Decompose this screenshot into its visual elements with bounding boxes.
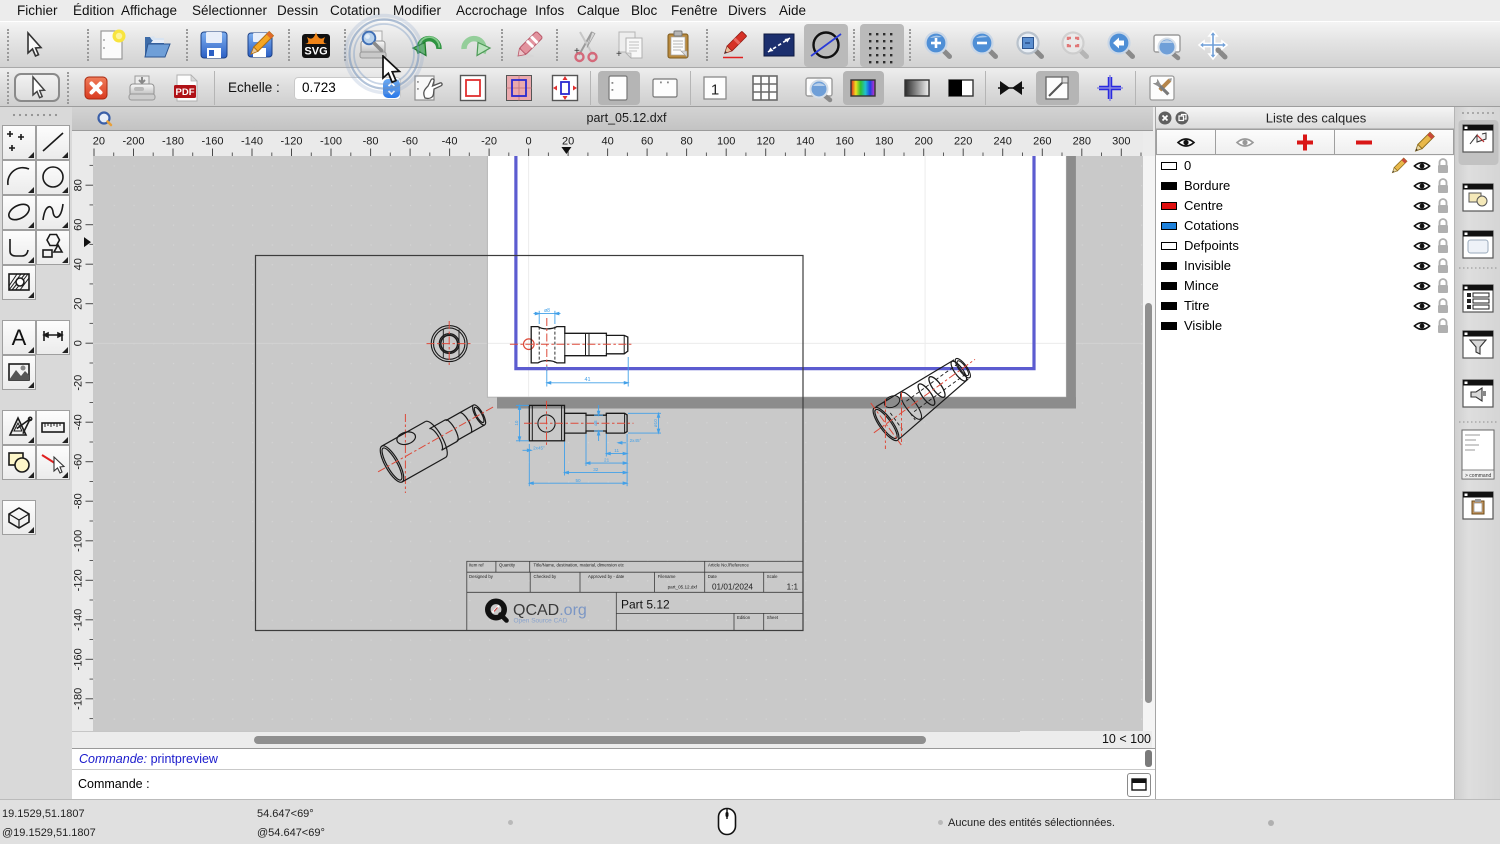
svg-text:-60: -60: [402, 136, 418, 148]
svg-text:Edition: Edition: [737, 615, 751, 620]
svg-text:32: 32: [593, 467, 599, 472]
svg-text:20: 20: [562, 136, 574, 148]
svg-text:Quantity: Quantity: [499, 563, 516, 568]
svg-text:80: 80: [680, 136, 692, 148]
svg-text:+: +: [616, 49, 622, 60]
svg-text:1: 1: [711, 82, 719, 99]
svg-text:Approved by - date: Approved by - date: [588, 574, 625, 579]
svg-text:QCAD.org: QCAD.org: [513, 602, 587, 619]
svg-text:Part 5.12: Part 5.12: [621, 598, 670, 612]
svg-text:-140: -140: [73, 609, 85, 631]
svg-text:20: 20: [73, 298, 85, 310]
svg-text:280: 280: [1073, 136, 1091, 148]
svg-text:40: 40: [73, 258, 85, 270]
svg-text:Title/Name, destination, mater: Title/Name, destination, material, dimen…: [534, 563, 625, 568]
svg-text:60: 60: [641, 136, 653, 148]
svg-text:-60: -60: [73, 454, 85, 470]
svg-text:-200: -200: [122, 136, 144, 148]
svg-text:100: 100: [717, 136, 735, 148]
svg-text:SVG: SVG: [304, 46, 327, 58]
svg-text:-120: -120: [73, 569, 85, 591]
svg-text:Designed by: Designed by: [469, 574, 494, 579]
svg-text:Item ref: Item ref: [469, 563, 484, 568]
svg-text:240: 240: [994, 136, 1012, 148]
svg-text:200: 200: [915, 136, 933, 148]
svg-text:0: 0: [526, 136, 532, 148]
svg-text:-20: -20: [481, 136, 497, 148]
svg-text:Scale: Scale: [767, 574, 778, 579]
svg-text:10: 10: [514, 420, 519, 426]
svg-text:Open Source CAD: Open Source CAD: [514, 618, 568, 625]
svg-text:-100: -100: [73, 530, 85, 552]
svg-text:Filename: Filename: [658, 574, 676, 579]
svg-text:A: A: [12, 325, 27, 350]
svg-text:-40: -40: [73, 414, 85, 430]
svg-text:180: 180: [875, 136, 893, 148]
svg-text:PDF: PDF: [176, 87, 195, 98]
svg-text:-20: -20: [73, 375, 85, 391]
svg-text:-180: -180: [162, 136, 184, 148]
svg-text:40: 40: [601, 136, 613, 148]
svg-text:part_05.12.dxf: part_05.12.dxf: [668, 585, 698, 590]
svg-text:160: 160: [836, 136, 854, 148]
svg-text:-160: -160: [201, 136, 223, 148]
svg-text:-120: -120: [280, 136, 302, 148]
svg-text:21: 21: [604, 458, 610, 463]
svg-text:2x45°: 2x45°: [630, 438, 642, 443]
svg-text:1:1: 1:1: [787, 583, 799, 592]
svg-text:11: 11: [614, 448, 619, 453]
svg-text:Checked by: Checked by: [534, 574, 558, 579]
svg-text:220: 220: [954, 136, 972, 148]
svg-text:300: 300: [1112, 136, 1130, 148]
svg-text:-100: -100: [320, 136, 342, 148]
svg-text:Date: Date: [708, 574, 718, 579]
svg-text:-160: -160: [73, 648, 85, 670]
svg-text:-40: -40: [442, 136, 458, 148]
svg-text:-140: -140: [241, 136, 263, 148]
svg-text:-180: -180: [73, 688, 85, 710]
svg-text:260: 260: [1033, 136, 1051, 148]
svg-text:-80: -80: [363, 136, 379, 148]
svg-text:ø10: ø10: [653, 419, 658, 427]
svg-text:01/01/2024: 01/01/2024: [712, 583, 753, 592]
svg-text:Article No./Reference: Article No./Reference: [708, 563, 749, 568]
svg-text:> command: > command: [1465, 473, 1491, 479]
svg-text:140: 140: [796, 136, 814, 148]
svg-text:-80: -80: [73, 493, 85, 509]
svg-text:0: 0: [73, 340, 85, 346]
svg-text:50: 50: [575, 478, 581, 483]
svg-text:2x45°: 2x45°: [533, 446, 545, 451]
svg-text:41: 41: [584, 377, 590, 383]
svg-text:120: 120: [757, 136, 775, 148]
svg-text:ø8: ø8: [593, 420, 598, 426]
svg-text:Sheet: Sheet: [767, 615, 779, 620]
svg-text:-220: -220: [93, 136, 105, 148]
svg-text:60: 60: [73, 219, 85, 231]
svg-text:ø8: ø8: [544, 308, 550, 314]
svg-text:80: 80: [73, 179, 85, 191]
svg-text:+: +: [574, 46, 580, 57]
